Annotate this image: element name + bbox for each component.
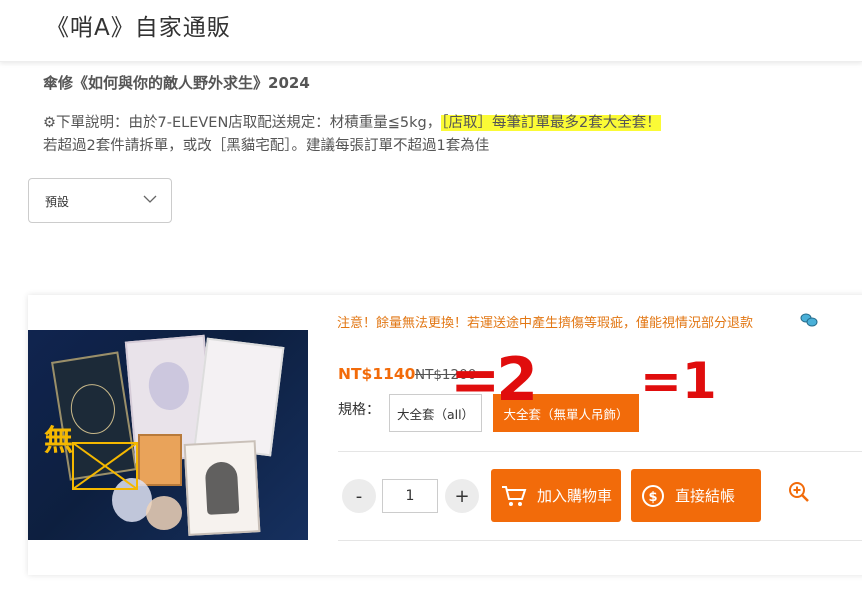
top-bar: 《哨A》自家通販 bbox=[0, 0, 862, 62]
image-overlay-label: 無 bbox=[44, 423, 74, 457]
order-notice-line2: 若超過2套件請拆單，或改［黑貓宅配］。建議每張訂單不超過1套為佳 bbox=[43, 138, 490, 154]
handwritten-annotation-2: =2 bbox=[450, 345, 538, 415]
spec-label: 規格： bbox=[338, 402, 380, 418]
divider bbox=[338, 540, 862, 541]
divider bbox=[338, 451, 862, 452]
variant-select-value: 預設 bbox=[45, 195, 70, 209]
product-image-photo-frame bbox=[138, 434, 182, 486]
zoom-in-icon[interactable] bbox=[788, 481, 810, 503]
chevron-down-icon bbox=[143, 195, 157, 203]
checkout-button[interactable]: $ 直接結帳 bbox=[631, 469, 761, 522]
product-title: 傘修《如何與你的敵人野外求生》2024 bbox=[43, 74, 310, 92]
checkout-label: 直接結帳 bbox=[675, 487, 736, 505]
product-image-card-white bbox=[193, 337, 285, 457]
product-image-charm bbox=[146, 496, 182, 530]
quantity-increase-button[interactable]: + bbox=[445, 479, 479, 513]
cross-out-mark bbox=[72, 442, 138, 490]
order-notice-highlight: ［店取］每筆訂單最多2套大全套！ bbox=[441, 115, 661, 131]
svg-text:$: $ bbox=[648, 490, 657, 505]
quantity-input[interactable]: 1 bbox=[382, 479, 438, 513]
order-notice-line1: ⚙下單說明：由於7-ELEVEN店取配送規定：材積重量≦5kg，［店取］每筆訂單… bbox=[43, 111, 661, 132]
quantity-decrease-button[interactable]: - bbox=[342, 479, 376, 513]
sale-price: NT$1140 bbox=[338, 365, 416, 383]
handwritten-annotation-1: =1 bbox=[640, 352, 717, 410]
add-to-cart-button[interactable]: 加入購物車 bbox=[491, 469, 621, 522]
shop-title[interactable]: 《哨A》自家通販 bbox=[46, 8, 231, 42]
order-notice-text: ⚙下單說明：由於7-ELEVEN店取配送規定：材積重量≦5kg， bbox=[43, 115, 442, 131]
warning-notice: 注意！餘量無法更換！若運送途中產生擠傷等瑕疵，僅能視情況部分退款 bbox=[337, 316, 754, 331]
bubbles-icon bbox=[800, 313, 818, 327]
variant-select[interactable]: 預設 bbox=[28, 178, 172, 223]
product-image-card-cat bbox=[183, 440, 261, 536]
dollar-coin-icon: $ bbox=[641, 484, 665, 508]
add-to-cart-label: 加入購物車 bbox=[537, 487, 613, 505]
cart-icon bbox=[501, 485, 527, 507]
